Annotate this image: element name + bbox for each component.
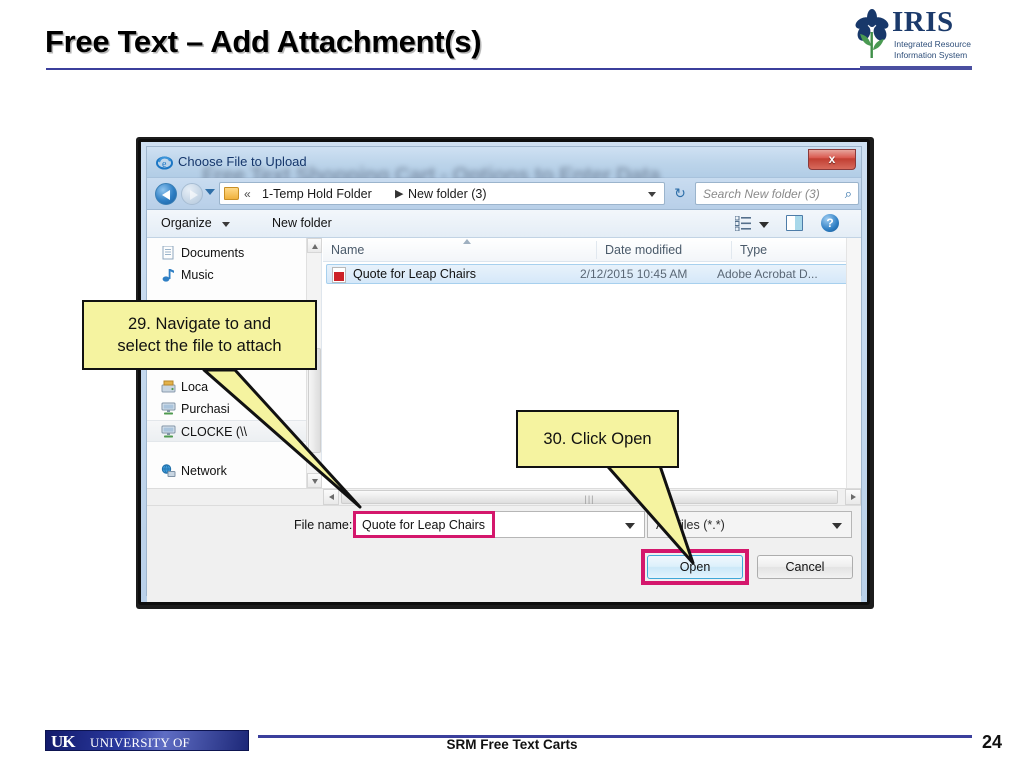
column-divider[interactable] bbox=[596, 241, 597, 259]
scroll-right-button[interactable] bbox=[845, 489, 861, 505]
dialog-footer: File name: Quote for Leap Chairs All Fil… bbox=[147, 505, 861, 602]
dialog-titlebar[interactable]: Free Text Shopping Cart - Options to Ent… bbox=[147, 147, 861, 187]
search-icon: ⌕ bbox=[844, 186, 852, 201]
column-header-type[interactable]: Type bbox=[740, 243, 767, 257]
page-number: 24 bbox=[981, 732, 1002, 752]
file-list-header: Name Date modified Type bbox=[323, 238, 861, 262]
callout-30-tail bbox=[600, 458, 695, 565]
iris-logo: IRIS Integrated Resource Information Sys… bbox=[854, 6, 972, 64]
title-divider bbox=[46, 68, 971, 70]
breadcrumb-item-1[interactable]: 1-Temp Hold Folder bbox=[262, 187, 372, 201]
new-folder-button[interactable]: New folder bbox=[272, 216, 332, 230]
iris-flower-icon bbox=[855, 9, 889, 58]
folder-icon bbox=[224, 187, 239, 200]
history-dropdown-icon[interactable] bbox=[205, 189, 215, 195]
resize-grip-icon[interactable] bbox=[845, 600, 857, 602]
back-arrow-icon bbox=[162, 190, 170, 200]
file-name-cell: Quote for Leap Chairs bbox=[353, 267, 476, 281]
sidebar-item-music[interactable]: Music bbox=[147, 264, 307, 286]
breadcrumb-separator-icon: ▶ bbox=[395, 188, 404, 200]
refresh-icon[interactable]: ↻ bbox=[669, 183, 691, 204]
chevron-down-icon[interactable] bbox=[832, 523, 842, 529]
forward-button[interactable] bbox=[181, 183, 203, 205]
chevron-up-icon bbox=[312, 244, 318, 249]
scroll-up-button[interactable] bbox=[307, 238, 322, 253]
iris-sub-line1: Integrated Resource bbox=[894, 39, 972, 49]
music-note-icon bbox=[162, 269, 174, 282]
callout-29-tail bbox=[202, 368, 362, 509]
network-icon bbox=[161, 464, 176, 477]
forward-arrow-icon bbox=[190, 190, 198, 200]
column-header-date[interactable]: Date modified bbox=[605, 243, 682, 257]
iris-logo-subtitle: Integrated Resource Information System bbox=[894, 39, 971, 60]
sort-ascending-icon bbox=[463, 239, 471, 244]
close-icon[interactable]: x bbox=[808, 149, 856, 170]
chevron-down-icon[interactable] bbox=[759, 222, 769, 228]
footer-title: SRM Free Text Carts bbox=[446, 737, 578, 752]
iris-sub-line2: Information System bbox=[894, 49, 968, 60]
page-title: Free Text – Add Attachment(s) bbox=[45, 24, 482, 59]
table-row[interactable]: Quote for Leap Chairs 2/12/2015 10:45 AM… bbox=[326, 264, 853, 284]
callout-29-line1: 29. Navigate to and bbox=[127, 314, 272, 333]
sidebar-item-label: Documents bbox=[181, 246, 245, 260]
chevron-right-icon bbox=[851, 494, 856, 500]
logo-underline bbox=[860, 66, 972, 70]
view-list-icon[interactable] bbox=[735, 216, 751, 231]
local-disk-icon bbox=[161, 380, 176, 393]
callout-30: 30. Click Open bbox=[516, 410, 679, 468]
dialog-navbar: « 1-Temp Hold Folder ▶ New folder (3) ↻ … bbox=[147, 178, 861, 210]
iris-logo-word: IRIS bbox=[892, 6, 954, 38]
document-icon bbox=[162, 246, 174, 260]
file-date-cell: 2/12/2015 10:45 AM bbox=[580, 267, 688, 281]
column-header-name[interactable]: Name bbox=[331, 243, 364, 257]
breadcrumb-item-2[interactable]: New folder (3) bbox=[408, 187, 487, 201]
search-input[interactable]: Search New folder (3) ⌕ bbox=[695, 182, 859, 205]
help-icon[interactable]: ? bbox=[821, 214, 839, 232]
organize-button[interactable]: Organize bbox=[161, 216, 212, 230]
pdf-file-icon bbox=[332, 267, 346, 283]
file-name-highlight-box bbox=[353, 511, 495, 538]
preview-pane-icon[interactable] bbox=[786, 215, 803, 231]
address-bar[interactable]: « 1-Temp Hold Folder ▶ New folder (3) bbox=[219, 182, 665, 205]
search-placeholder: Search New folder (3) bbox=[703, 187, 820, 201]
network-drive-icon bbox=[161, 402, 176, 415]
sidebar-item-label: Music bbox=[181, 268, 214, 282]
file-type-cell: Adobe Acrobat D... bbox=[717, 267, 818, 281]
sidebar-item-documents[interactable]: Documents bbox=[147, 242, 307, 264]
cancel-button[interactable]: Cancel bbox=[757, 555, 853, 579]
dialog-toolbar: Organize New folder ? bbox=[147, 210, 861, 238]
callout-29: 29. Navigate to and select the file to a… bbox=[82, 300, 317, 370]
ie-icon: e bbox=[156, 156, 173, 170]
file-name-label: File name: bbox=[294, 518, 353, 532]
svg-text:e: e bbox=[162, 159, 167, 170]
back-button[interactable] bbox=[155, 183, 177, 205]
breadcrumb-overflow-icon[interactable]: « bbox=[244, 187, 251, 201]
dialog-title: Choose File to Upload bbox=[178, 154, 307, 169]
network-drive-icon bbox=[161, 425, 176, 438]
callout-30-text: 30. Click Open bbox=[543, 429, 652, 448]
callout-29-line2: select the file to attach bbox=[117, 337, 282, 355]
file-list-vertical-scrollbar[interactable] bbox=[846, 238, 861, 488]
chevron-down-icon[interactable] bbox=[648, 192, 656, 197]
chevron-down-icon[interactable] bbox=[222, 222, 230, 227]
column-divider[interactable] bbox=[731, 241, 732, 259]
